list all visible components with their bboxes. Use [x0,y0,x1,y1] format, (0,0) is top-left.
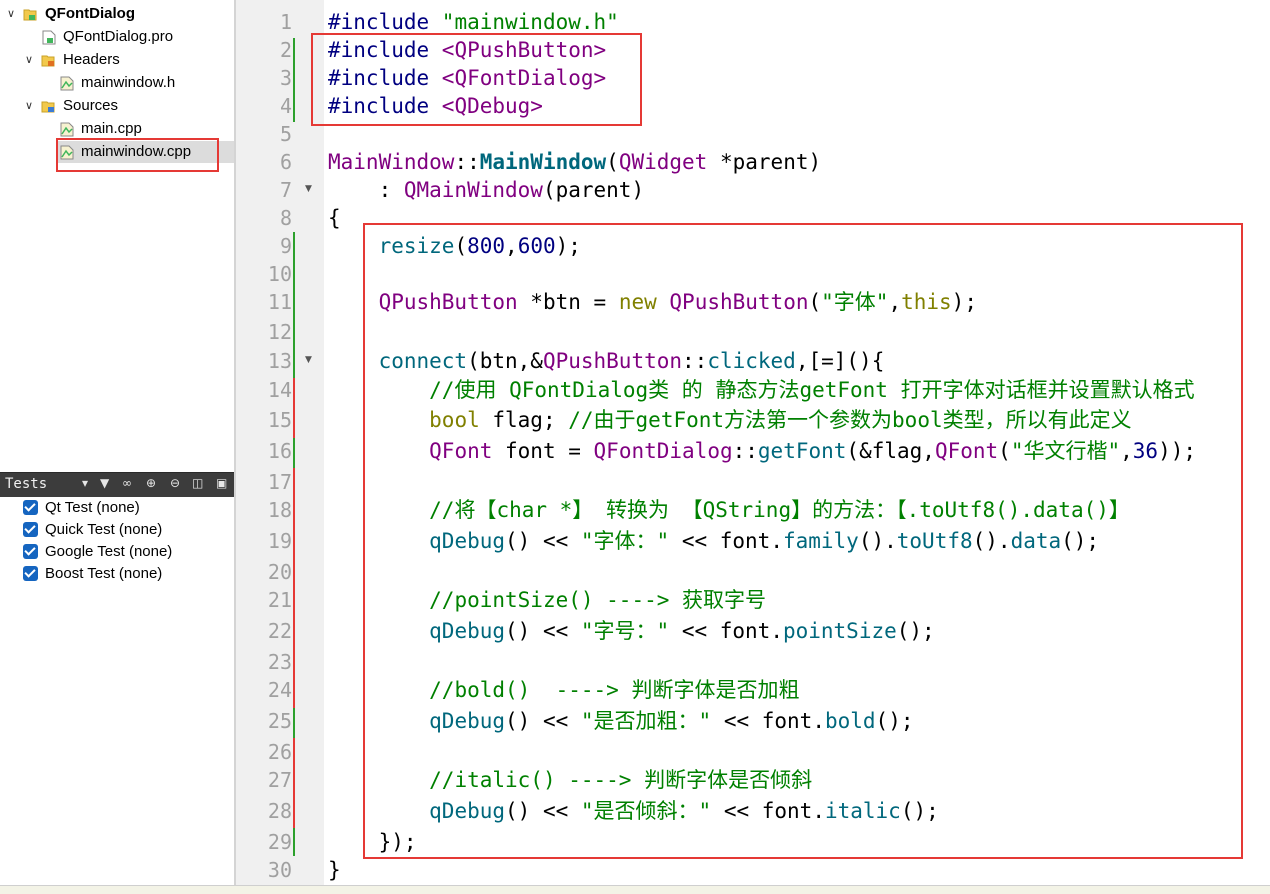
annotation-box-includes [311,33,642,126]
checkbox-checked[interactable] [23,566,38,581]
gutter-modified-marker [293,378,295,438]
tests-panel-title: Tests [5,476,48,492]
test-item-label: Boost Test (none) [45,565,163,582]
line-number: 22 [267,619,292,643]
close-panel-icon[interactable]: ▣ [216,476,227,490]
source-folder-icon [41,101,55,113]
line-number: 23 [267,650,292,674]
test-item-label: Google Test (none) [45,543,173,560]
line-number: 28 [267,799,292,823]
line-number: 5 [279,122,292,146]
line-number: 14 [267,378,292,402]
gutter-added-marker [293,708,295,738]
pro-file-icon [42,30,56,45]
add-split-icon[interactable]: ⊕ [146,476,156,490]
line-number: 15 [267,408,292,432]
cpp-file-icon [60,122,74,137]
dropdown-arrow-icon[interactable]: ▾ [82,476,88,490]
line-number: 8 [279,206,292,230]
annotation-box-selected-file [56,138,219,172]
line-number: 4 [279,94,292,118]
gutter-added-marker [293,438,295,468]
test-item-label: Qt Test (none) [45,499,140,516]
split-panel-icon[interactable]: ◫ [192,476,203,490]
tests-list: Qt Test (none) Quick Test (none) Google … [0,497,234,893]
line-number: 27 [267,768,292,792]
line-number: 17 [267,470,292,494]
line-number: 20 [267,560,292,584]
line-number: 6 [279,150,292,174]
qt-project-icon [23,9,37,21]
header-folder-icon [41,55,55,67]
line-number: 12 [267,320,292,344]
pro-file-label: QFontDialog.pro [63,28,174,45]
line-number: 11 [267,290,292,314]
project-name-label: QFontDialog [45,5,135,22]
line-number: 21 [267,588,292,612]
main-cpp-label: main.cpp [81,120,142,137]
line-number: 29 [267,830,292,854]
code-line-7: : QMainWindow(parent) [328,178,645,202]
chevron-down-icon[interactable]: ∨ [22,49,36,71]
headers-label: Headers [63,51,120,68]
filter-icon[interactable]: ▼ [100,476,109,490]
chevron-down-icon[interactable]: ∨ [4,3,18,25]
link-icon[interactable]: ∞ [122,476,132,490]
line-number: 24 [267,678,292,702]
line-number: 18 [267,498,292,522]
line-number: 25 [267,709,292,733]
line-number: 7 [279,178,292,202]
gutter-added-marker [293,828,295,856]
line-number: 26 [267,740,292,764]
line-number: 9 [279,234,292,258]
gutter-modified-marker [293,738,295,828]
line-number: 30 [267,858,292,882]
code-line-30: } [328,858,341,882]
header-file-icon [60,76,74,91]
checkbox-checked[interactable] [23,500,38,515]
remove-split-icon[interactable]: ⊖ [170,476,180,490]
header-file-label: mainwindow.h [81,74,176,91]
checkbox-checked[interactable] [23,522,38,537]
line-number: 1 [279,10,292,34]
tests-panel-header: Tests ▾ ▼ ∞ ⊕ ⊖ ◫ ▣ [0,472,234,497]
gutter-added-marker [293,232,295,378]
line-number: 19 [267,529,292,553]
chevron-down-icon[interactable]: ∨ [22,95,36,117]
fold-arrow-icon[interactable]: ▼ [305,355,312,365]
annotation-box-constructor-body [363,223,1243,859]
checkbox-checked[interactable] [23,544,38,559]
code-line-1: #include "mainwindow.h" [328,10,619,34]
line-number: 10 [267,262,292,286]
line-number: 3 [279,66,292,90]
project-tree: ∨ QFontDialog QFontDialog.pro ∨ Headers … [0,0,234,470]
fold-arrow-icon[interactable]: ▼ [305,184,312,194]
line-number: 2 [279,38,292,62]
gutter-modified-marker [293,468,295,708]
line-number: 13 [267,349,292,373]
line-number: 16 [267,439,292,463]
test-item-label: Quick Test (none) [45,521,163,538]
code-line-6: MainWindow::MainWindow(QWidget *parent) [328,150,822,174]
sources-label: Sources [63,97,119,114]
gutter-added-marker [293,38,295,122]
code-line-8: { [328,206,341,230]
